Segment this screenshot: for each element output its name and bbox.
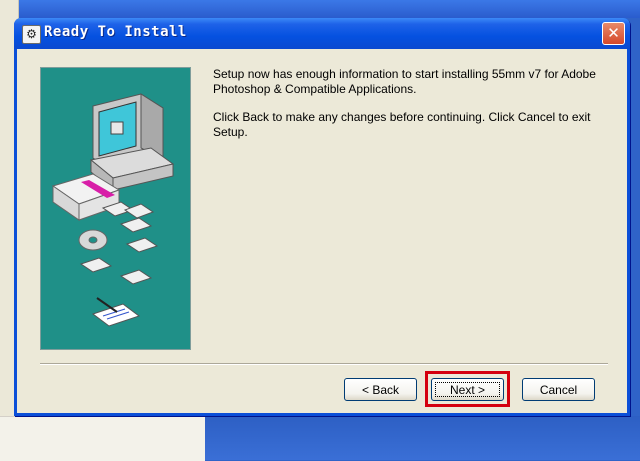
installer-icon[interactable]: ⚙ <box>22 25 41 44</box>
computer-and-disks-icon <box>51 93 175 327</box>
separator-line <box>40 363 608 365</box>
info-text: Setup now has enough information to star… <box>213 67 596 96</box>
title-bar[interactable]: ⚙ Ready To Install ✕ <box>14 18 630 49</box>
setup-dialog: ⚙ Ready To Install ✕ Setup now has enoug… <box>14 18 630 416</box>
dialog-client-area: Setup now has enough information to star… <box>17 49 627 413</box>
close-button[interactable]: ✕ <box>602 22 625 45</box>
instruction-text: Click Back to make any changes before co… <box>213 110 591 139</box>
back-button[interactable]: < Back <box>344 378 417 401</box>
cancel-button[interactable]: Cancel <box>522 378 595 401</box>
background-window-bottom <box>0 416 205 461</box>
highlight-box <box>425 371 510 407</box>
background-window-frame <box>0 0 640 18</box>
desktop-background <box>205 416 640 460</box>
install-message: Setup now has enough information to star… <box>213 67 603 153</box>
window-title: Ready To Install <box>44 24 187 40</box>
setup-illustration <box>40 67 191 350</box>
